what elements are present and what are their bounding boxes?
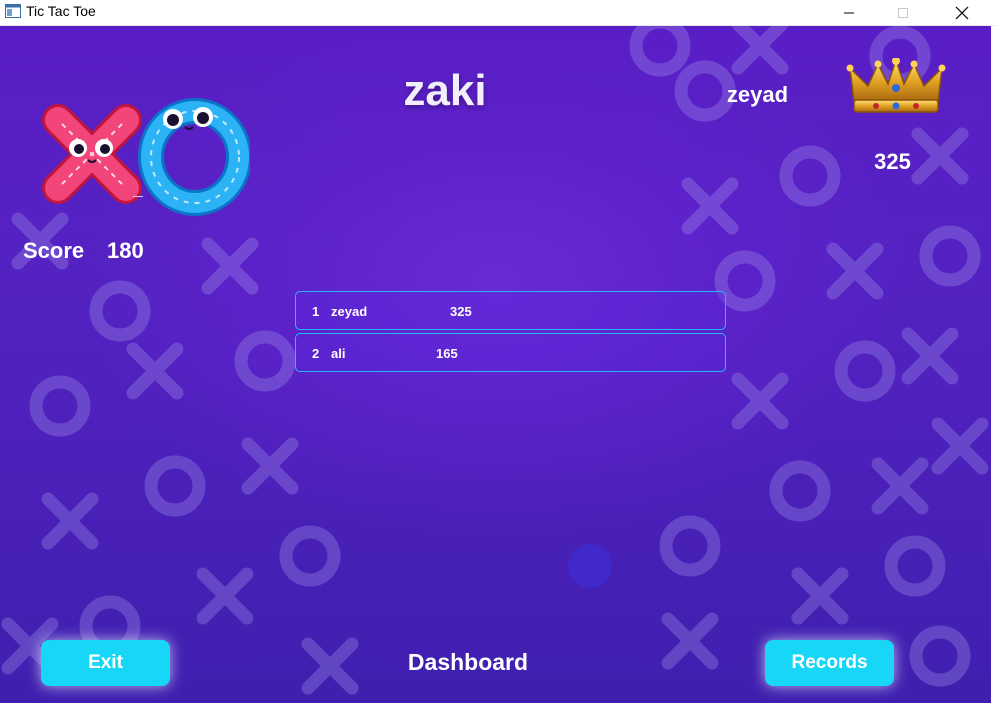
score-label: Score xyxy=(23,238,85,263)
row-name: ali xyxy=(331,346,346,361)
close-button[interactable] xyxy=(939,0,985,25)
dashboard-screen: zaki Score 180 zeyad 325 1 zeyad 325 2 a… xyxy=(0,26,995,703)
logo-underline xyxy=(133,196,143,197)
leaderboard-row[interactable]: 1 zeyad 325 xyxy=(295,291,726,330)
window-titlebar: Tic Tac Toe xyxy=(0,0,995,26)
xo-logo-icon xyxy=(42,98,250,216)
score-value: 180 xyxy=(107,238,144,263)
exit-button[interactable]: Exit xyxy=(41,640,170,686)
player-name: zaki xyxy=(403,66,487,115)
dashboard-title: Dashboard xyxy=(407,649,529,675)
top-player-score: 325 xyxy=(874,149,911,174)
maximize-icon xyxy=(898,7,908,18)
crown-icon xyxy=(846,58,946,113)
close-icon xyxy=(955,6,969,19)
row-rank: 1 xyxy=(312,304,320,319)
leaderboard-row[interactable]: 2 ali 165 xyxy=(295,333,726,372)
row-score: 325 xyxy=(450,304,472,319)
app-icon xyxy=(5,4,21,18)
row-rank: 2 xyxy=(312,346,320,361)
row-name: zeyad xyxy=(331,304,368,319)
records-button[interactable]: Records xyxy=(765,640,894,686)
top-player-name: zeyad xyxy=(726,82,789,107)
minimize-button[interactable] xyxy=(826,0,872,25)
minimize-icon xyxy=(844,12,854,13)
window-border xyxy=(991,26,995,703)
row-score: 165 xyxy=(436,346,458,361)
leaderboard-list: 1 zeyad 325 2 ali 165 xyxy=(295,291,726,375)
window-title: Tic Tac Toe xyxy=(26,3,96,19)
maximize-button[interactable] xyxy=(880,0,926,25)
